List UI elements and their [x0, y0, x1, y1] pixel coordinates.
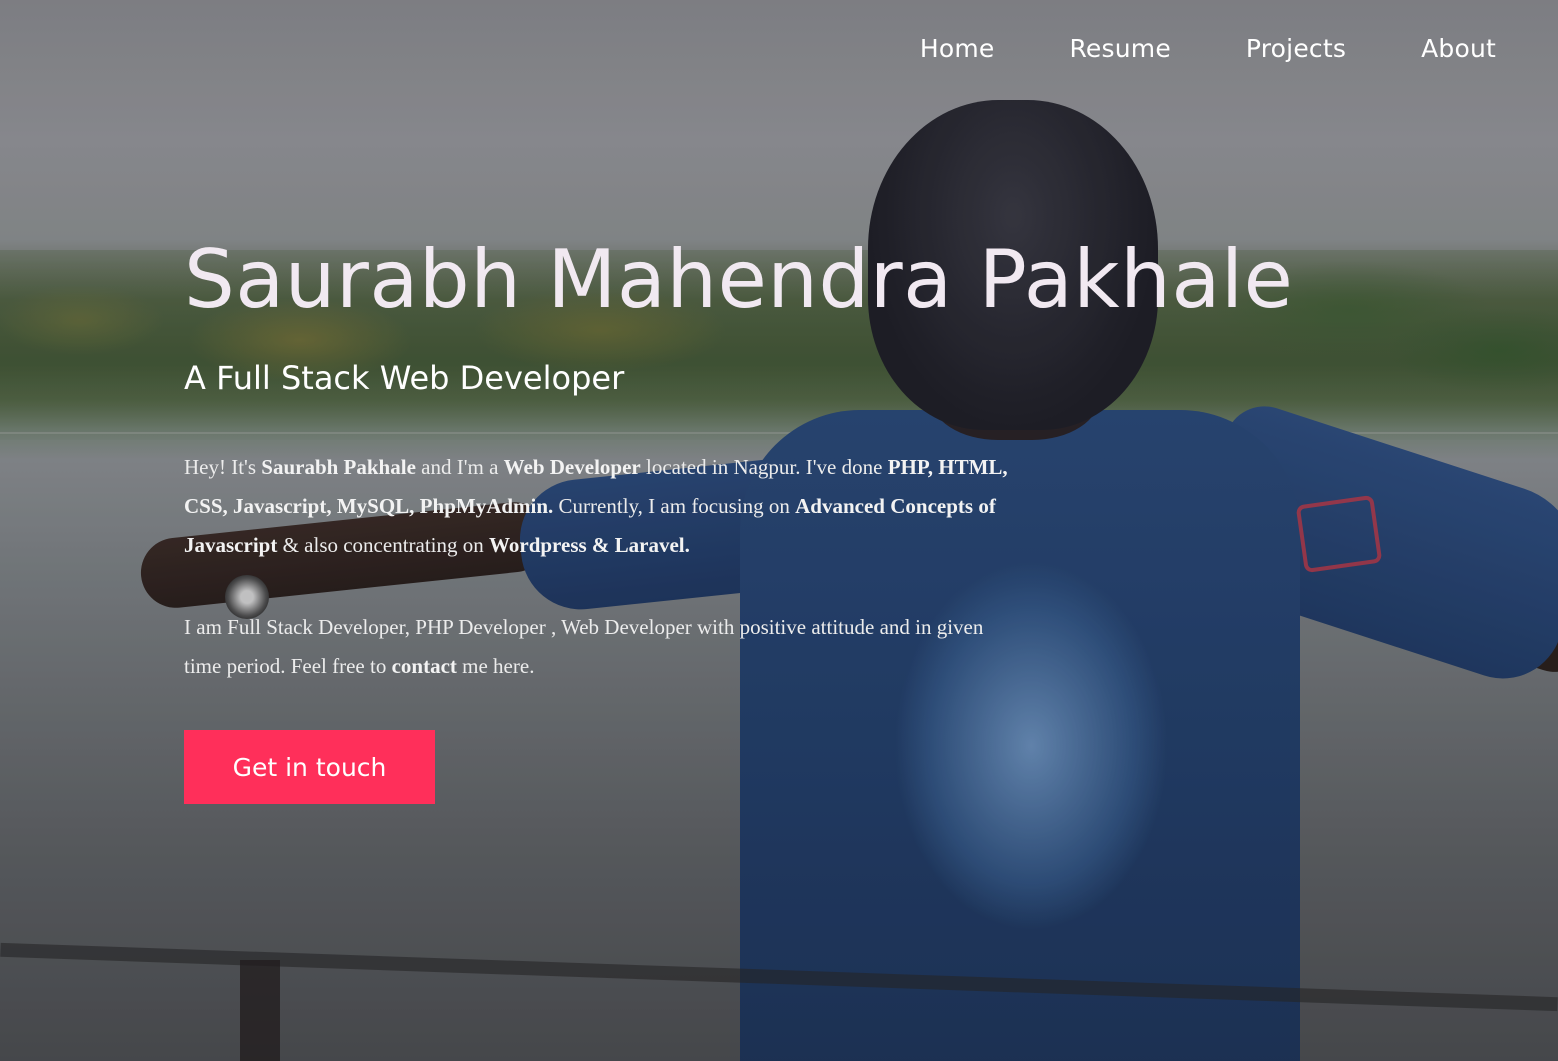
bio-text: located in Nagpur. I've done	[640, 455, 888, 479]
hero-name: Saurabh Mahendra Pakhale	[184, 233, 1294, 326]
nav-projects-link[interactable]: Projects	[1246, 34, 1346, 63]
bio-paragraph-intro: Hey! It's Saurabh Pakhale and I'm a Web …	[184, 448, 1014, 565]
nav-resume-link[interactable]: Resume	[1069, 34, 1170, 63]
nav-about-link[interactable]: About	[1421, 34, 1496, 63]
bio-contact-link[interactable]: contact	[392, 654, 457, 678]
bio-text: I am Full Stack Developer, PHP Developer…	[184, 615, 984, 678]
bio-text: me here.	[456, 654, 535, 678]
bio-frameworks-highlight: Wordpress & Laravel.	[489, 533, 690, 557]
bio-paragraph-contact: I am Full Stack Developer, PHP Developer…	[184, 608, 1014, 686]
nav-home-link[interactable]: Home	[920, 34, 995, 63]
hero-subtitle: A Full Stack Web Developer	[184, 359, 625, 397]
bio-text: and I'm a	[415, 455, 504, 479]
bio-text: & also concentrating on	[277, 533, 490, 557]
bio-text: Currently, I am focusing on	[553, 494, 796, 518]
hero-content: Saurabh Mahendra Pakhale A Full Stack We…	[184, 228, 1304, 804]
bio-text: Hey! It's	[184, 455, 262, 479]
get-in-touch-button[interactable]: Get in touch	[184, 730, 435, 804]
bio-role-highlight: Web Developer	[503, 455, 641, 479]
top-navigation: Home Resume Projects About	[920, 34, 1496, 63]
bio-name-highlight: Saurabh Pakhale	[261, 455, 416, 479]
